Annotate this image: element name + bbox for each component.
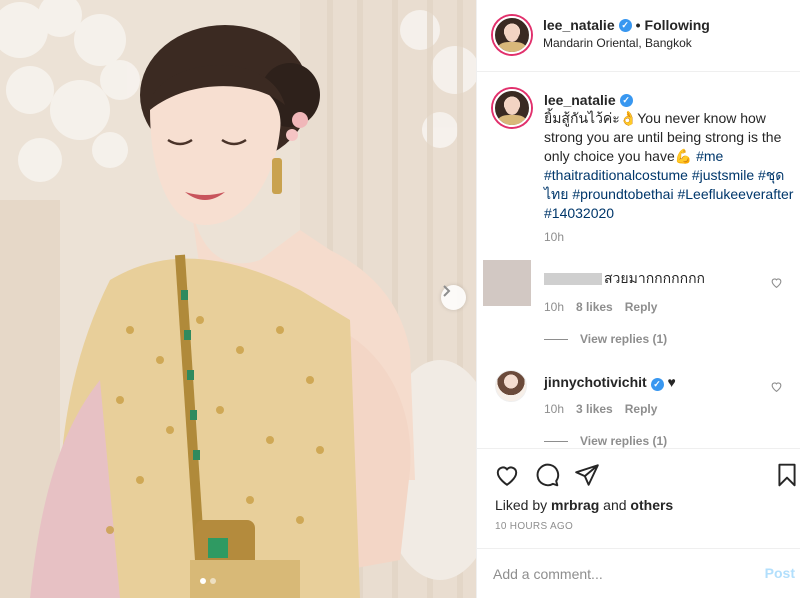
comments-section[interactable]: lee_natalie ✓ ยิ้มสู้กันไว้ค่ะ👌You never… (477, 72, 800, 448)
post-image (0, 0, 476, 598)
divider-line (544, 338, 568, 340)
comment-likes[interactable]: 3 likes (576, 402, 613, 416)
caption-body: ยิ้มสู้กันไว้ค่ะ👌You never know how stro… (544, 110, 782, 164)
likes-and: and (603, 497, 627, 513)
comment-time[interactable]: 10h (544, 300, 564, 314)
like-comment-heart-icon[interactable] (770, 276, 783, 289)
caption-text: ยิ้มสู้กันไว้ค่ะ👌You never know how stro… (544, 109, 794, 223)
verified-badge-icon: ✓ (650, 378, 664, 391)
add-comment-bar: Post (477, 548, 800, 598)
location-link[interactable]: Mandarin Oriental, Bangkok (543, 36, 692, 50)
divider-line (544, 440, 568, 442)
likes-user-link[interactable]: mrbrag (551, 497, 599, 513)
hashtag-link[interactable]: #Leeflukeeverafter (677, 186, 793, 202)
post-header: lee_natalie ✓ • Following Mandarin Orien… (477, 0, 800, 72)
comment-text: ♥ (667, 374, 676, 390)
comment-text-line: jinnychotivichit ✓ ♥ (544, 374, 676, 391)
like-comment-heart-icon[interactable] (770, 380, 783, 393)
author-header-line: lee_natalie ✓ • Following (543, 17, 710, 33)
redacted-username (544, 273, 602, 286)
likes-prefix: Liked by (495, 497, 548, 513)
reply-button[interactable]: Reply (625, 300, 658, 314)
post-photo[interactable] (0, 0, 476, 598)
like-heart-icon[interactable] (494, 462, 520, 488)
verified-badge-icon: ✓ (618, 18, 632, 32)
comment-meta: 10h 8 likes Reply (544, 300, 657, 314)
hashtag-link[interactable]: #14032020 (544, 205, 614, 221)
caption-time[interactable]: 10h (544, 230, 564, 244)
comment-text: สวยมากกกกกกก (604, 270, 706, 286)
carousel-dot-active (200, 578, 206, 584)
carousel-dot (210, 578, 216, 584)
view-replies-label: View replies (1) (580, 332, 668, 346)
reply-button[interactable]: Reply (625, 402, 658, 416)
hashtag-link[interactable]: #justsmile (692, 167, 754, 183)
next-photo-button[interactable] (441, 285, 466, 310)
post-panel: lee_natalie ✓ • Following Mandarin Orien… (476, 0, 800, 598)
hashtag-link[interactable]: #me (696, 148, 723, 164)
caption-user-line: lee_natalie ✓ (544, 92, 633, 108)
chevron-right-icon (443, 285, 451, 297)
add-comment-input[interactable] (493, 563, 733, 585)
caption-username[interactable]: lee_natalie (544, 92, 616, 108)
comment-likes[interactable]: 8 likes (576, 300, 613, 314)
likes-summary: Liked by mrbrag and others (495, 497, 673, 513)
share-icon[interactable] (574, 462, 600, 488)
verified-badge-icon: ✓ (619, 93, 633, 107)
comment-username[interactable]: jinnychotivichit (544, 374, 647, 390)
comment-icon[interactable] (534, 462, 560, 488)
view-replies-label: View replies (1) (580, 434, 668, 448)
view-replies-button[interactable]: View replies (1) (544, 434, 667, 448)
likes-others-link[interactable]: others (630, 497, 673, 513)
carousel-dots (200, 578, 216, 584)
author-avatar[interactable] (493, 16, 531, 54)
post-comment-button[interactable]: Post (765, 565, 795, 581)
post-timestamp[interactable]: 10 HOURS AGO (495, 521, 573, 532)
hashtag-link[interactable]: #thaitraditionalcostume (544, 167, 688, 183)
author-username[interactable]: lee_natalie (543, 17, 615, 33)
comment-time[interactable]: 10h (544, 402, 564, 416)
commenter-avatar[interactable] (483, 260, 531, 306)
hashtag-link[interactable]: #proundtobethai (572, 186, 673, 202)
following-button[interactable]: Following (645, 17, 710, 33)
view-replies-button[interactable]: View replies (1) (544, 332, 667, 346)
commenter-avatar[interactable] (495, 370, 527, 402)
comment-meta: 10h 3 likes Reply (544, 402, 657, 416)
comment-text-line: สวยมากกกกกกก (544, 268, 705, 290)
caption-avatar[interactable] (493, 89, 531, 127)
bookmark-icon[interactable] (774, 462, 800, 488)
header-separator: • (635, 17, 641, 33)
